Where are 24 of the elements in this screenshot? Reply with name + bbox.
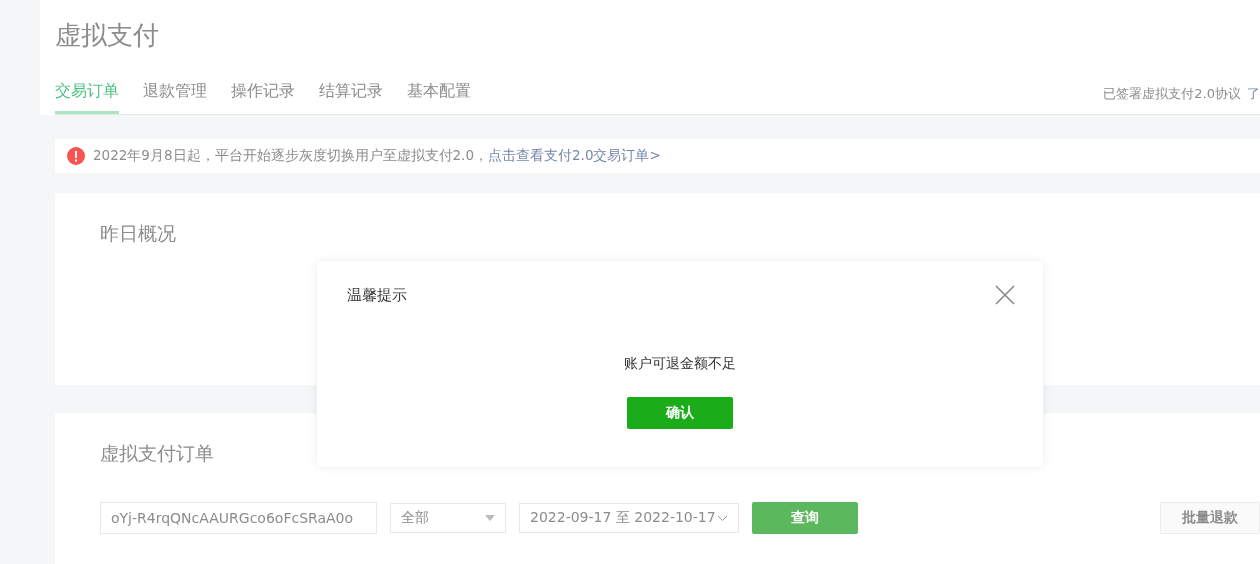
page-title: 虚拟支付: [55, 19, 159, 52]
date-range-select[interactable]: 2022-09-17 至 2022-10-17: [519, 503, 739, 534]
tab[interactable]: 交易订单: [55, 81, 119, 114]
caret-icon: [485, 515, 495, 522]
tab[interactable]: 退款管理: [143, 81, 207, 114]
warning-icon: [67, 147, 85, 165]
dialog-title: 温馨提示: [347, 285, 407, 305]
section-title: 虚拟支付订单: [100, 441, 214, 467]
batch-refund-button[interactable]: 批量退款: [1160, 502, 1260, 535]
tab[interactable]: 基本配置: [407, 81, 471, 114]
notice-link[interactable]: 点击查看支付2.0交易订单>: [488, 147, 661, 163]
notice-text: 2022年9月8日起，平台开始逐步灰度切换用户至虚拟支付2.0，点击查看支付2.0交易订单>: [93, 147, 661, 165]
agreement-status: 已签署虚拟支付2.0协议: [1103, 85, 1241, 103]
search-field[interactable]: oYj-R4rqQNcAAURGco6oFcSRaA0o: [100, 502, 377, 535]
section-title: 昨日概况: [100, 221, 176, 246]
tab[interactable]: 结算记录: [319, 81, 383, 114]
dialog-message: 账户可退金额不足: [624, 355, 736, 373]
query-button[interactable]: 查询: [752, 502, 858, 535]
chevron-icon: [717, 514, 728, 522]
confirm-button[interactable]: 确认: [627, 397, 733, 429]
close-icon[interactable]: [995, 285, 1015, 305]
tab[interactable]: 操作记录: [231, 81, 295, 114]
learn-more-link[interactable]: 了: [1247, 85, 1260, 103]
status-select[interactable]: 全部: [390, 503, 506, 534]
